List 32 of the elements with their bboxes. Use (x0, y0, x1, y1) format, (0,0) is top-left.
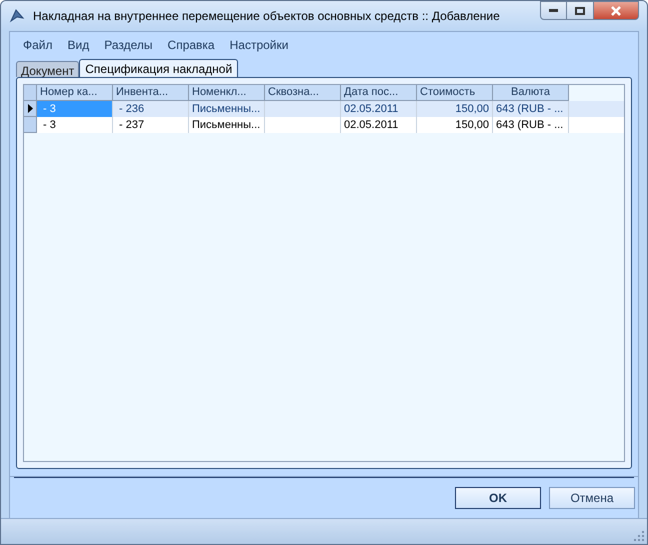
menu-item[interactable]: Файл (23, 36, 53, 54)
current-row-icon (28, 104, 32, 113)
menu-item[interactable]: Разделы (104, 36, 153, 54)
table-cell: - 237 (113, 117, 189, 133)
column-header[interactable]: Сквозна... (265, 85, 341, 101)
cancel-button[interactable]: Отмена (549, 487, 635, 509)
table-cell: Письменны... (189, 117, 265, 133)
column-header[interactable]: Инвента... (113, 85, 189, 101)
column-header[interactable]: Валюта (493, 85, 569, 101)
table-cell: 150,00 (417, 117, 493, 133)
window-title: Накладная на внутреннее перемещение объектов основных средств :: Добавление (33, 8, 501, 25)
close-icon (610, 6, 622, 16)
menu-item[interactable]: Справка (168, 36, 215, 54)
column-header[interactable]: Номер ка... (37, 85, 113, 101)
menu-item[interactable]: Вид (68, 36, 90, 54)
resize-grip-icon[interactable] (634, 531, 644, 541)
table-cell: 643 (RUB - ... (493, 117, 569, 133)
close-button[interactable] (593, 1, 639, 20)
column-header[interactable]: Стоимость (417, 85, 493, 101)
tab[interactable]: Документ (16, 61, 80, 77)
minimize-button[interactable] (540, 1, 567, 20)
column-header[interactable]: Дата пос... (341, 85, 417, 101)
table-cell: - 3 (37, 101, 113, 117)
column-header[interactable]: Номенкл... (189, 85, 265, 101)
menu-item[interactable]: Настройки (230, 36, 288, 54)
app-icon (9, 8, 25, 24)
ok-button[interactable]: OK (455, 487, 541, 509)
row-header[interactable] (24, 101, 37, 117)
table-cell: - 3 (37, 117, 113, 133)
table-cell: 02.05.2011 (341, 117, 417, 133)
tab[interactable]: Спецификация накладной (79, 59, 238, 77)
maximize-button[interactable] (567, 1, 593, 20)
